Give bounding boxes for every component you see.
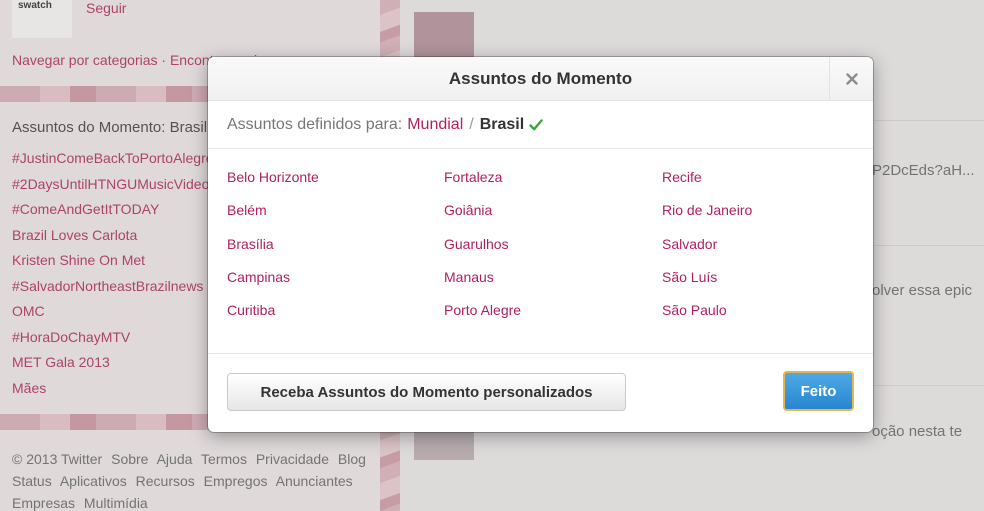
personalized-trends-button[interactable]: Receba Assuntos do Momento personalizado…: [227, 373, 626, 411]
city-link[interactable]: Guarulhos: [444, 236, 521, 269]
dialog-title: Assuntos do Momento: [448, 69, 633, 88]
city-link[interactable]: Porto Alegre: [444, 302, 521, 335]
dialog-footer: Receba Assuntos do Momento personalizado…: [208, 354, 873, 431]
city-link[interactable]: Brasília: [227, 236, 319, 269]
city-link[interactable]: Goiânia: [444, 202, 521, 235]
done-button[interactable]: Feito: [783, 371, 854, 411]
close-icon: [845, 73, 858, 85]
scope-separator: /: [469, 115, 474, 133]
city-link[interactable]: Manaus: [444, 269, 521, 302]
scope-worldwide-link[interactable]: Mundial: [407, 116, 463, 134]
city-column: Recife Rio de Janeiro Salvador São Luís …: [662, 169, 752, 335]
city-link[interactable]: Belém: [227, 202, 319, 235]
city-list: Belo Horizonte Belém Brasília Campinas C…: [208, 149, 873, 354]
city-link[interactable]: São Paulo: [662, 302, 752, 335]
scope-selected-country: Brasil: [479, 115, 525, 133]
city-link[interactable]: Fortaleza: [444, 169, 521, 202]
city-link[interactable]: São Luís: [662, 269, 752, 302]
trends-dialog: Assuntos do Momento Assuntos definidos p…: [208, 57, 873, 432]
close-button[interactable]: [829, 57, 873, 101]
city-column: Belo Horizonte Belém Brasília Campinas C…: [227, 169, 319, 335]
city-link[interactable]: Belo Horizonte: [227, 169, 319, 202]
scope-label: Assuntos definidos para:: [227, 115, 403, 133]
city-link[interactable]: Curitiba: [227, 302, 319, 335]
checkmark-icon: [529, 118, 543, 130]
city-column: Fortaleza Goiânia Guarulhos Manaus Porto…: [444, 169, 521, 335]
city-link[interactable]: Rio de Janeiro: [662, 202, 752, 235]
city-link[interactable]: Recife: [662, 169, 752, 202]
city-link[interactable]: Campinas: [227, 269, 319, 302]
trends-scope: Assuntos definidos para: Mundial / Brasi…: [208, 101, 873, 149]
dialog-header: Assuntos do Momento: [208, 57, 873, 101]
city-link[interactable]: Salvador: [662, 236, 752, 269]
